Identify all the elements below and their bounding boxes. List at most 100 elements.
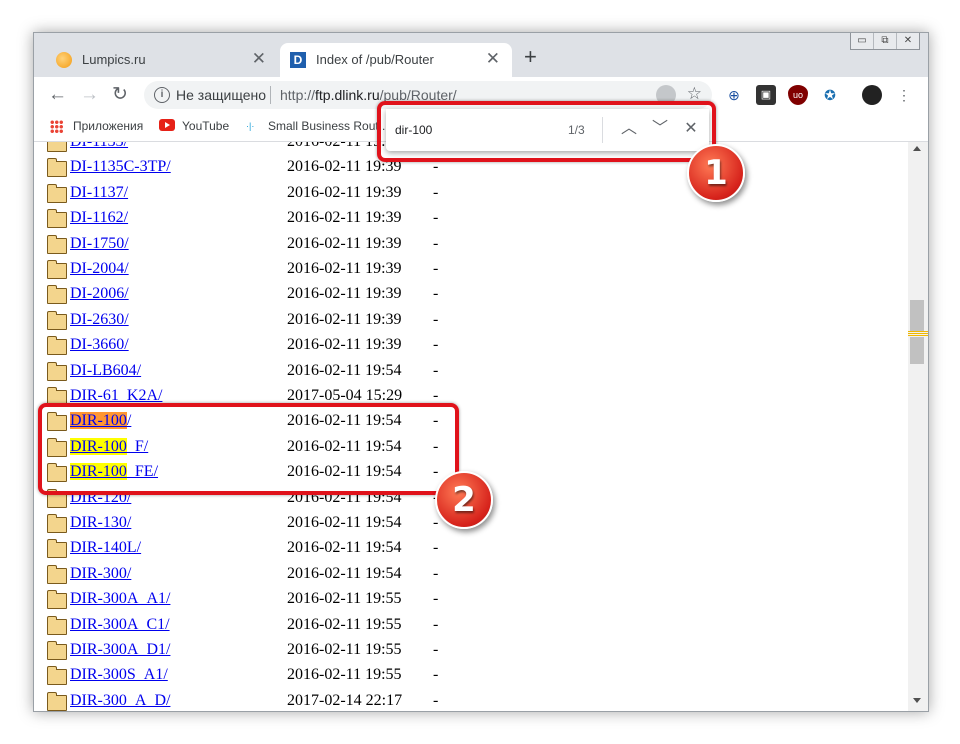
file-size: - [433,209,439,227]
folder-icon [47,285,67,305]
extension-cube-icon[interactable]: ▣ [756,85,776,105]
modified-date: 2016-02-11 19:39 [287,336,402,354]
file-size: - [433,336,439,354]
reload-button[interactable]: ↻ [112,83,128,107]
directory-link[interactable]: DI-2004/ [70,260,129,278]
tab-title: Index of /pub/Router [316,52,434,67]
folder-icon [47,666,67,686]
listing-row: DI-2006/2016-02-11 19:39 - [34,283,634,307]
modified-date: 2016-02-11 19:54 [287,564,402,582]
directory-link[interactable]: DI-1137/ [70,184,128,202]
vertical-scrollbar[interactable] [908,142,928,711]
file-size: - [433,666,439,684]
listing-row: DI-1162/2016-02-11 19:39 - [34,207,634,231]
modified-date: 2016-02-11 19:55 [287,641,402,658]
annotation-box-results [38,403,459,495]
modified-date: 2016-02-11 19:55 [287,666,402,684]
folder-icon [47,641,67,660]
listing-row: DI-1137/2016-02-11 19:39 - [34,182,634,206]
modified-date: 2016-02-11 19:39 [287,260,402,277]
modified-date: 2016-02-11 19:39 [287,310,402,328]
tab-close-icon[interactable]: ✕ [252,50,266,68]
window-controls: ▭ ⧉ ✕ [850,33,920,50]
cisco-icon: ·|· [246,121,255,131]
file-size: - [433,183,439,201]
extension-badge-icon[interactable]: ✪ [820,85,840,105]
folder-icon [47,514,67,533]
listing-row: DI-LB604/2016-02-11 19:54 - [34,360,634,384]
bookmark-youtube[interactable]: YouTube [182,119,229,133]
listing-row: DIR-130/2016-02-11 19:54 - [34,512,634,536]
directory-link[interactable]: DIR-300A_A1/ [70,590,170,608]
directory-link[interactable]: DIR-130/ [70,514,131,532]
file-size: - [433,234,439,252]
folder-icon [47,260,67,279]
folder-icon [47,234,67,254]
scroll-down-arrow-icon[interactable] [913,698,921,703]
tab-close-icon[interactable]: ✕ [486,50,500,68]
file-size: - [433,285,439,303]
directory-link[interactable]: DI-1135C-3TP/ [70,158,171,176]
bookmark-small-business[interactable]: Small Business Rout... [268,119,389,133]
folder-icon [47,539,67,559]
folder-icon [47,183,67,203]
tab-strip: Lumpics.ru ✕ D Index of /pub/Router ✕ + … [34,33,928,77]
directory-link[interactable]: DI-3660/ [70,336,129,354]
youtube-icon [159,119,175,131]
file-size: - [433,260,439,277]
directory-link[interactable]: DI-2006/ [70,285,129,303]
directory-link[interactable]: DI-2630/ [70,311,129,329]
info-icon[interactable]: i [154,87,170,103]
listing-row: DIR-300A_D1/2016-02-11 19:55 - [34,639,634,663]
listing-row: DIR-300/2016-02-11 19:54 - [34,563,634,587]
modified-date: 2017-02-14 22:17 [287,691,403,709]
listing-row: DI-2630/2016-02-11 19:39 - [34,309,634,333]
listing-row: DI-1750/2016-02-11 19:39 - [34,233,634,257]
folder-icon [47,361,67,381]
modified-date: 2016-02-11 19:55 [287,615,402,633]
tab-lumpics[interactable]: Lumpics.ru ✕ [46,43,278,77]
back-button[interactable]: ← [48,83,67,107]
annotation-badge-1: 1 [687,144,745,202]
tab-index-pub-router[interactable]: D Index of /pub/Router ✕ [280,43,512,77]
folder-icon [47,209,67,229]
listing-row: DIR-140L/2016-02-11 19:54 - [34,537,634,561]
apps-grid-icon [50,120,63,133]
file-size: - [433,539,439,557]
restore-button[interactable]: ⧉ [873,33,896,49]
scroll-up-arrow-icon[interactable] [913,146,921,151]
chrome-menu-icon[interactable]: ⋮ [894,85,914,105]
directory-link[interactable]: DI-1750/ [70,235,129,253]
listing-row: DIR-300A_C1/2016-02-11 19:55 - [34,614,634,638]
folder-icon [47,336,67,356]
directory-link[interactable]: DI-LB604/ [70,362,141,380]
folder-icon [47,590,67,610]
file-size: - [433,361,439,379]
directory-link[interactable]: DIR-140L/ [70,539,141,557]
folder-icon [47,615,67,635]
folder-icon [47,564,67,584]
listing-row: DIR-300S_A1/2016-02-11 19:55 - [34,664,634,688]
listing-row: DI-3660/2016-02-11 19:39 - [34,334,634,358]
directory-link[interactable]: DI-1133/ [70,142,128,151]
file-size: - [433,641,439,658]
directory-link[interactable]: DI-1162/ [70,209,128,227]
dlink-favicon-icon: D [290,52,306,68]
profile-avatar[interactable] [862,85,882,105]
folder-icon [47,691,67,711]
minimize-button[interactable]: ▭ [851,33,873,49]
extension-globe-icon[interactable]: ⊕ [724,85,744,105]
directory-link[interactable]: DIR-300A_D1/ [70,641,170,659]
new-tab-button[interactable]: + [524,46,537,68]
modified-date: 2016-02-11 19:55 [287,590,402,608]
directory-link[interactable]: DIR-300A_C1/ [70,616,170,634]
ublock-icon[interactable]: uo [788,85,808,105]
directory-link[interactable]: DIR-300S_A1/ [70,666,168,684]
file-size: - [433,691,439,709]
directory-link[interactable]: DIR-300/ [70,565,131,583]
bookmark-apps[interactable]: Приложения [73,119,143,133]
listing-row: DI-2004/2016-02-11 19:39 - [34,258,634,282]
close-window-button[interactable]: ✕ [896,33,919,49]
forward-button[interactable]: → [80,83,99,107]
directory-link[interactable]: DIR-300_A_D/ [70,692,170,710]
